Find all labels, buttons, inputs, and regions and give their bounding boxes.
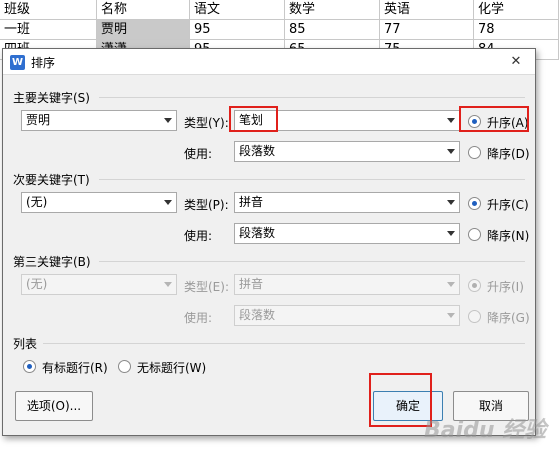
- secondary-type-select[interactable]: 拼音: [234, 192, 460, 213]
- primary-use-value: 段落数: [239, 144, 276, 158]
- primary-type-label: 类型(Y):: [184, 116, 229, 130]
- list-group-label: 列表: [13, 337, 38, 351]
- sheet-cell[interactable]: 85: [285, 20, 380, 40]
- chevron-down-icon: [447, 282, 455, 287]
- secondary-use-label: 使用:: [184, 229, 213, 243]
- sheet-header-row: 班级 名称 语文 数学 英语 化学: [0, 0, 559, 20]
- tertiary-type-value: 拼音: [239, 277, 264, 291]
- sheet-cell[interactable]: 名称: [97, 0, 190, 20]
- sheet-cell[interactable]: 77: [380, 20, 474, 40]
- tertiary-asc-radio: [468, 279, 481, 292]
- sheet-cell[interactable]: 一班: [0, 20, 97, 40]
- sheet-cell[interactable]: 95: [190, 20, 285, 40]
- sheet-cell[interactable]: 语文: [190, 0, 285, 20]
- secondary-use-select[interactable]: 段落数: [234, 223, 460, 244]
- chevron-down-icon: [447, 200, 455, 205]
- wps-app-icon: W: [10, 55, 25, 70]
- tertiary-key-select: (无): [21, 274, 177, 295]
- close-icon[interactable]: ✕: [503, 52, 529, 72]
- tertiary-type-select: 拼音: [234, 274, 460, 295]
- primary-desc-radio[interactable]: [468, 146, 481, 159]
- chevron-down-icon: [447, 313, 455, 318]
- tertiary-desc-radio: [468, 310, 481, 323]
- chevron-down-icon: [447, 231, 455, 236]
- secondary-key-value: (无): [26, 195, 48, 209]
- tertiary-use-label: 使用:: [184, 311, 213, 325]
- group-divider: [99, 97, 525, 98]
- sheet-cell[interactable]: 78: [474, 20, 559, 40]
- sheet-cell[interactable]: 数学: [285, 0, 380, 20]
- primary-key-select[interactable]: 贾明: [21, 110, 177, 131]
- secondary-desc-radio[interactable]: [468, 228, 481, 241]
- secondary-asc-label[interactable]: 升序(C): [487, 196, 529, 213]
- primary-use-label: 使用:: [184, 147, 213, 161]
- tertiary-desc-label: 降序(G): [487, 311, 530, 325]
- tertiary-key-group-label: 第三关键字(B): [13, 255, 91, 269]
- options-button[interactable]: 选项(O)...: [15, 391, 93, 421]
- secondary-type-value: 拼音: [239, 195, 264, 209]
- sheet-cell[interactable]: 班级: [0, 0, 97, 20]
- no-header-label[interactable]: 无标题行(W): [137, 359, 206, 376]
- dialog-title: 排序: [31, 56, 56, 70]
- sheet-cell[interactable]: 英语: [380, 0, 474, 20]
- tertiary-key-value: (无): [26, 277, 48, 291]
- group-divider: [99, 179, 525, 180]
- baidu-watermark: Baidu 经验: [424, 418, 547, 443]
- chevron-down-icon: [164, 282, 172, 287]
- chevron-down-icon: [447, 149, 455, 154]
- sheet-row: 一班 贾明 95 85 77 78: [0, 20, 559, 40]
- secondary-key-group-label: 次要关键字(T): [13, 173, 90, 187]
- sort-dialog: W 排序 ✕ 主要关键字(S) 贾明 类型(Y): 笔划 升序(A) 使用: 段…: [2, 48, 536, 436]
- secondary-desc-label[interactable]: 降序(N): [487, 227, 529, 244]
- group-divider: [43, 343, 525, 344]
- primary-asc-radio[interactable]: [468, 115, 481, 128]
- primary-type-select[interactable]: 笔划: [234, 110, 460, 131]
- dialog-titlebar[interactable]: W 排序 ✕: [3, 49, 535, 75]
- primary-asc-label[interactable]: 升序(A): [487, 114, 529, 131]
- sheet-cell[interactable]: 化学: [474, 0, 559, 20]
- group-divider: [99, 261, 525, 262]
- primary-key-group-label: 主要关键字(S): [13, 91, 90, 105]
- sheet-cell-selected[interactable]: 贾明: [97, 20, 190, 40]
- primary-desc-label[interactable]: 降序(D): [487, 145, 530, 162]
- primary-use-select[interactable]: 段落数: [234, 141, 460, 162]
- tertiary-asc-label: 升序(I): [487, 280, 524, 294]
- tertiary-use-value: 段落数: [239, 308, 276, 322]
- secondary-type-label: 类型(P):: [184, 198, 229, 212]
- primary-type-value: 笔划: [239, 113, 264, 127]
- tertiary-type-label: 类型(E):: [184, 280, 229, 294]
- chevron-down-icon: [164, 118, 172, 123]
- chevron-down-icon: [447, 118, 455, 123]
- no-header-radio[interactable]: [118, 360, 131, 373]
- has-header-radio[interactable]: [23, 360, 36, 373]
- secondary-asc-radio[interactable]: [468, 197, 481, 210]
- has-header-label[interactable]: 有标题行(R): [42, 359, 108, 376]
- chevron-down-icon: [164, 200, 172, 205]
- secondary-key-select[interactable]: (无): [21, 192, 177, 213]
- tertiary-use-select: 段落数: [234, 305, 460, 326]
- secondary-use-value: 段落数: [239, 226, 276, 240]
- primary-key-value: 贾明: [26, 113, 51, 127]
